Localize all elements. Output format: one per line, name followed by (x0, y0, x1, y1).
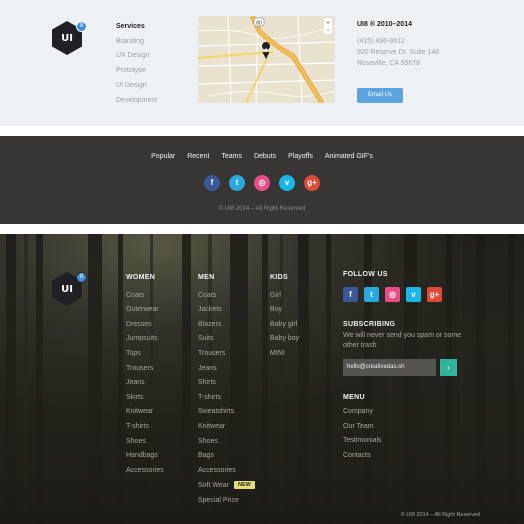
contact-info: UI8 ® 2010–2014 (415) 496-9612 920 Reser… (357, 20, 439, 69)
follow-us-title: FOLLOW US (343, 271, 388, 278)
social-icons-round: f t ◎ v g+ (0, 175, 524, 191)
women-link[interactable]: T-shirts (126, 420, 164, 435)
men-link[interactable]: Shirts (198, 376, 255, 391)
menu-list: Company Our Team Testimonials Contacts (343, 405, 463, 463)
women-title: WOMEN (126, 274, 156, 281)
nav-link-playoffs[interactable]: Playoffs (288, 153, 313, 160)
right-column: FOLLOW US f t ◎ v g+ SUBSCRIBING We will… (343, 271, 463, 463)
men-link-label: Soft Wear (198, 482, 229, 490)
location-map[interactable]: 80 + − (198, 16, 335, 103)
address-line-2: Roseville, CA 95678 (357, 60, 421, 67)
subscribe-form: › (343, 359, 463, 376)
footer-nav: Popular Recent Teams Debuts Playoffs Ani… (0, 153, 524, 160)
map-route-shield: 80 (256, 21, 262, 27)
menu-link-our-team[interactable]: Our Team (343, 420, 463, 435)
men-link[interactable]: Suits (198, 332, 255, 347)
service-link-branding[interactable]: Branding (116, 35, 157, 50)
copyright-text: © UI8 2014 – All Right Reserved (218, 206, 306, 212)
google-plus-icon[interactable]: g+ (304, 175, 320, 191)
men-link[interactable]: Jackets (198, 303, 255, 318)
twitter-icon[interactable]: t (229, 175, 245, 191)
facebook-icon[interactable]: f (204, 175, 220, 191)
men-title: MEN (198, 274, 215, 281)
twitter-icon[interactable]: t (364, 287, 379, 302)
new-badge: NEW (234, 481, 255, 490)
dribbble-icon[interactable]: ◎ (254, 175, 270, 191)
women-link[interactable]: Accessories (126, 464, 164, 479)
men-link[interactable]: Blazers (198, 318, 255, 333)
service-link-prototype[interactable]: Prototype (116, 64, 157, 79)
kids-link[interactable]: Girl (270, 289, 299, 304)
ui8-logo[interactable]: UI 8 (52, 21, 87, 55)
menu-link-testimonials[interactable]: Testimonials (343, 434, 463, 449)
services-title: Services (116, 23, 145, 30)
nav-link-teams[interactable]: Teams (221, 153, 242, 160)
email-us-button[interactable]: Email Us (357, 88, 403, 103)
men-link[interactable]: T-shirts (198, 391, 255, 406)
men-link[interactable]: Knitwear (198, 420, 255, 435)
women-link[interactable]: Knitwear (126, 405, 164, 420)
subscribe-description: We will never send you spam or some othe… (343, 332, 462, 349)
vimeo-icon[interactable]: v (406, 287, 421, 302)
women-link[interactable]: Jeans (126, 376, 164, 391)
company-name: UI8 ® 2010–2014 (357, 21, 412, 28)
kids-link[interactable]: Baby girl (270, 318, 299, 333)
subscribe-email-input[interactable] (343, 359, 436, 376)
women-link[interactable]: Shoes (126, 435, 164, 450)
women-link[interactable]: Skirts (126, 391, 164, 406)
menu-link-contacts[interactable]: Contacts (343, 449, 463, 464)
kids-title: KIDS (270, 274, 288, 281)
kids-link[interactable]: MINI (270, 347, 299, 362)
nav-link-recent[interactable]: Recent (187, 153, 209, 160)
vimeo-icon[interactable]: v (279, 175, 295, 191)
men-link[interactable]: Trousers (198, 347, 255, 362)
women-link[interactable]: Tops (126, 347, 164, 362)
logo-badge: 8 (76, 272, 87, 283)
men-link[interactable]: Jeans (198, 362, 255, 377)
men-link[interactable]: Bags (198, 449, 255, 464)
menu-title: MENU (343, 394, 365, 401)
nav-link-debuts[interactable]: Debuts (254, 153, 276, 160)
google-plus-icon[interactable]: g+ (427, 287, 442, 302)
women-link[interactable]: Trousers (126, 362, 164, 377)
men-link[interactable]: Shoes (198, 435, 255, 450)
svg-text:−: − (326, 28, 330, 34)
logo-badge: 8 (76, 21, 87, 32)
menu-link-company[interactable]: Company (343, 405, 463, 420)
phone-number: (415) 496-9612 (357, 38, 405, 45)
nav-link-popular[interactable]: Popular (151, 153, 175, 160)
dark-footer: Popular Recent Teams Debuts Playoffs Ani… (0, 136, 524, 224)
service-link-ux-design[interactable]: UX Design (116, 49, 157, 64)
services-list: Services Branding UX Design Prototype UI… (116, 20, 157, 108)
social-icons-square: f t ◎ v g+ (343, 287, 463, 302)
women-link[interactable]: Dresses (126, 318, 164, 333)
kids-column: KIDS Girl Boy Baby girl Baby boy MINI (270, 271, 299, 362)
copyright-text-bottom: © UI8 2014 – All Right Reserved (400, 512, 480, 518)
men-link-soft-wear[interactable]: Soft Wear NEW (198, 478, 255, 494)
men-link[interactable]: Accessories (198, 464, 255, 479)
women-link[interactable]: Handbags (126, 449, 164, 464)
kids-link[interactable]: Boy (270, 303, 299, 318)
women-column: WOMEN Coats Outerwear Dresses Jumpsuits … (126, 271, 164, 478)
svg-text:+: + (326, 21, 330, 27)
nav-link-animated-gifs[interactable]: Animated GIF's (325, 153, 373, 160)
facebook-icon[interactable]: f (343, 287, 358, 302)
men-link[interactable]: Sweatshirts (198, 405, 255, 420)
subscribing-title: SUBSCRIBING (343, 321, 396, 328)
dribbble-icon[interactable]: ◎ (385, 287, 400, 302)
women-link[interactable]: Jumpsuits (126, 332, 164, 347)
top-footer: UI 8 Services Branding UX Design Prototy… (0, 0, 524, 126)
address-line-1: 920 Reserve Dr. Suite 140 (357, 49, 440, 56)
photo-footer: UI 8 WOMEN Coats Outerwear Dresses Jumps… (0, 234, 524, 524)
men-link[interactable]: Special Price (198, 494, 255, 509)
kids-link[interactable]: Baby boy (270, 332, 299, 347)
service-link-ui-design[interactable]: UI Design (116, 79, 157, 94)
subscribe-submit-button[interactable]: › (440, 359, 457, 376)
men-link[interactable]: Coats (198, 289, 255, 304)
men-column: MEN Coats Jackets Blazers Suits Trousers… (198, 271, 255, 509)
ui8-logo-bottom[interactable]: UI 8 (52, 272, 87, 306)
service-link-development[interactable]: Development (116, 94, 157, 109)
women-link[interactable]: Coats (126, 289, 164, 304)
women-link[interactable]: Outerwear (126, 303, 164, 318)
